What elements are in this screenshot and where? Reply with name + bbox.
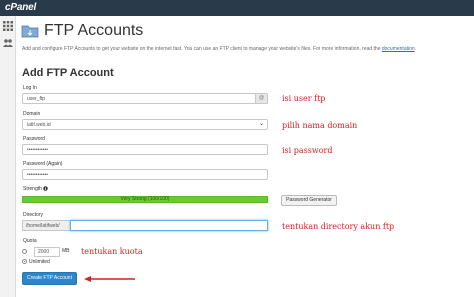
section-title: Add FTP Account xyxy=(22,67,114,79)
domain-select[interactable]: latif.web.id ⌄ xyxy=(22,119,268,130)
password-input[interactable]: •••••••••••• xyxy=(22,144,268,155)
password-again-value: •••••••••••• xyxy=(27,172,49,178)
grid-icon[interactable] xyxy=(3,21,13,31)
unlimited-label: Unlimited xyxy=(29,259,50,265)
quota-limited-radio[interactable] xyxy=(22,249,27,254)
login-input[interactable]: user_ftp @ xyxy=(22,93,268,104)
password-label: Password xyxy=(23,136,45,142)
strength-meter: Very Strong (100/100) xyxy=(22,196,268,203)
users-icon[interactable] xyxy=(3,38,13,48)
quota-unlimited-radio[interactable] xyxy=(22,259,27,264)
password-value: •••••••••••• xyxy=(27,147,49,153)
login-label: Log In xyxy=(23,85,37,91)
password-again-label: Password (Again) xyxy=(23,161,63,167)
password-generator-button[interactable]: Password Generator xyxy=(281,195,337,206)
login-value: user_ftp xyxy=(27,96,46,102)
annotation-directory: tentukan directory akun ftp xyxy=(282,222,395,231)
at-addon: @ xyxy=(255,94,267,103)
domain-label: Domain xyxy=(23,111,41,117)
top-bar: cPanel xyxy=(0,0,474,16)
directory-prefix: /home/latifweb/ xyxy=(22,220,70,231)
annotation-quota: tentukan kuota xyxy=(81,247,143,256)
documentation-link[interactable]: documentation xyxy=(382,46,415,52)
annotation-password: isi password xyxy=(282,146,333,155)
strength-label: Strength xyxy=(23,186,49,192)
annotation-domain: pilih nama domain xyxy=(282,121,358,130)
directory-input[interactable] xyxy=(70,220,268,231)
create-ftp-account-button[interactable]: Create FTP Account xyxy=(22,272,77,285)
quota-label: Quota xyxy=(23,238,37,244)
ftp-folder-icon xyxy=(21,25,39,38)
sidebar xyxy=(0,16,16,297)
directory-label: Directory xyxy=(23,212,44,218)
cpanel-logo[interactable]: cPanel xyxy=(5,2,36,13)
quota-input[interactable]: 2000 xyxy=(34,247,60,257)
info-icon[interactable] xyxy=(43,186,49,191)
annotation-arrow xyxy=(84,276,135,282)
chevron-down-icon: ⌄ xyxy=(258,121,264,127)
page-title: FTP Accounts xyxy=(44,22,144,39)
quota-unit: MB xyxy=(62,248,70,254)
annotation-user: isi user ftp xyxy=(282,94,326,103)
intro-text: Add and configure FTP Accounts to get yo… xyxy=(22,46,417,52)
password-again-input[interactable]: •••••••••••• xyxy=(22,169,268,180)
domain-value: latif.web.id xyxy=(27,122,51,128)
